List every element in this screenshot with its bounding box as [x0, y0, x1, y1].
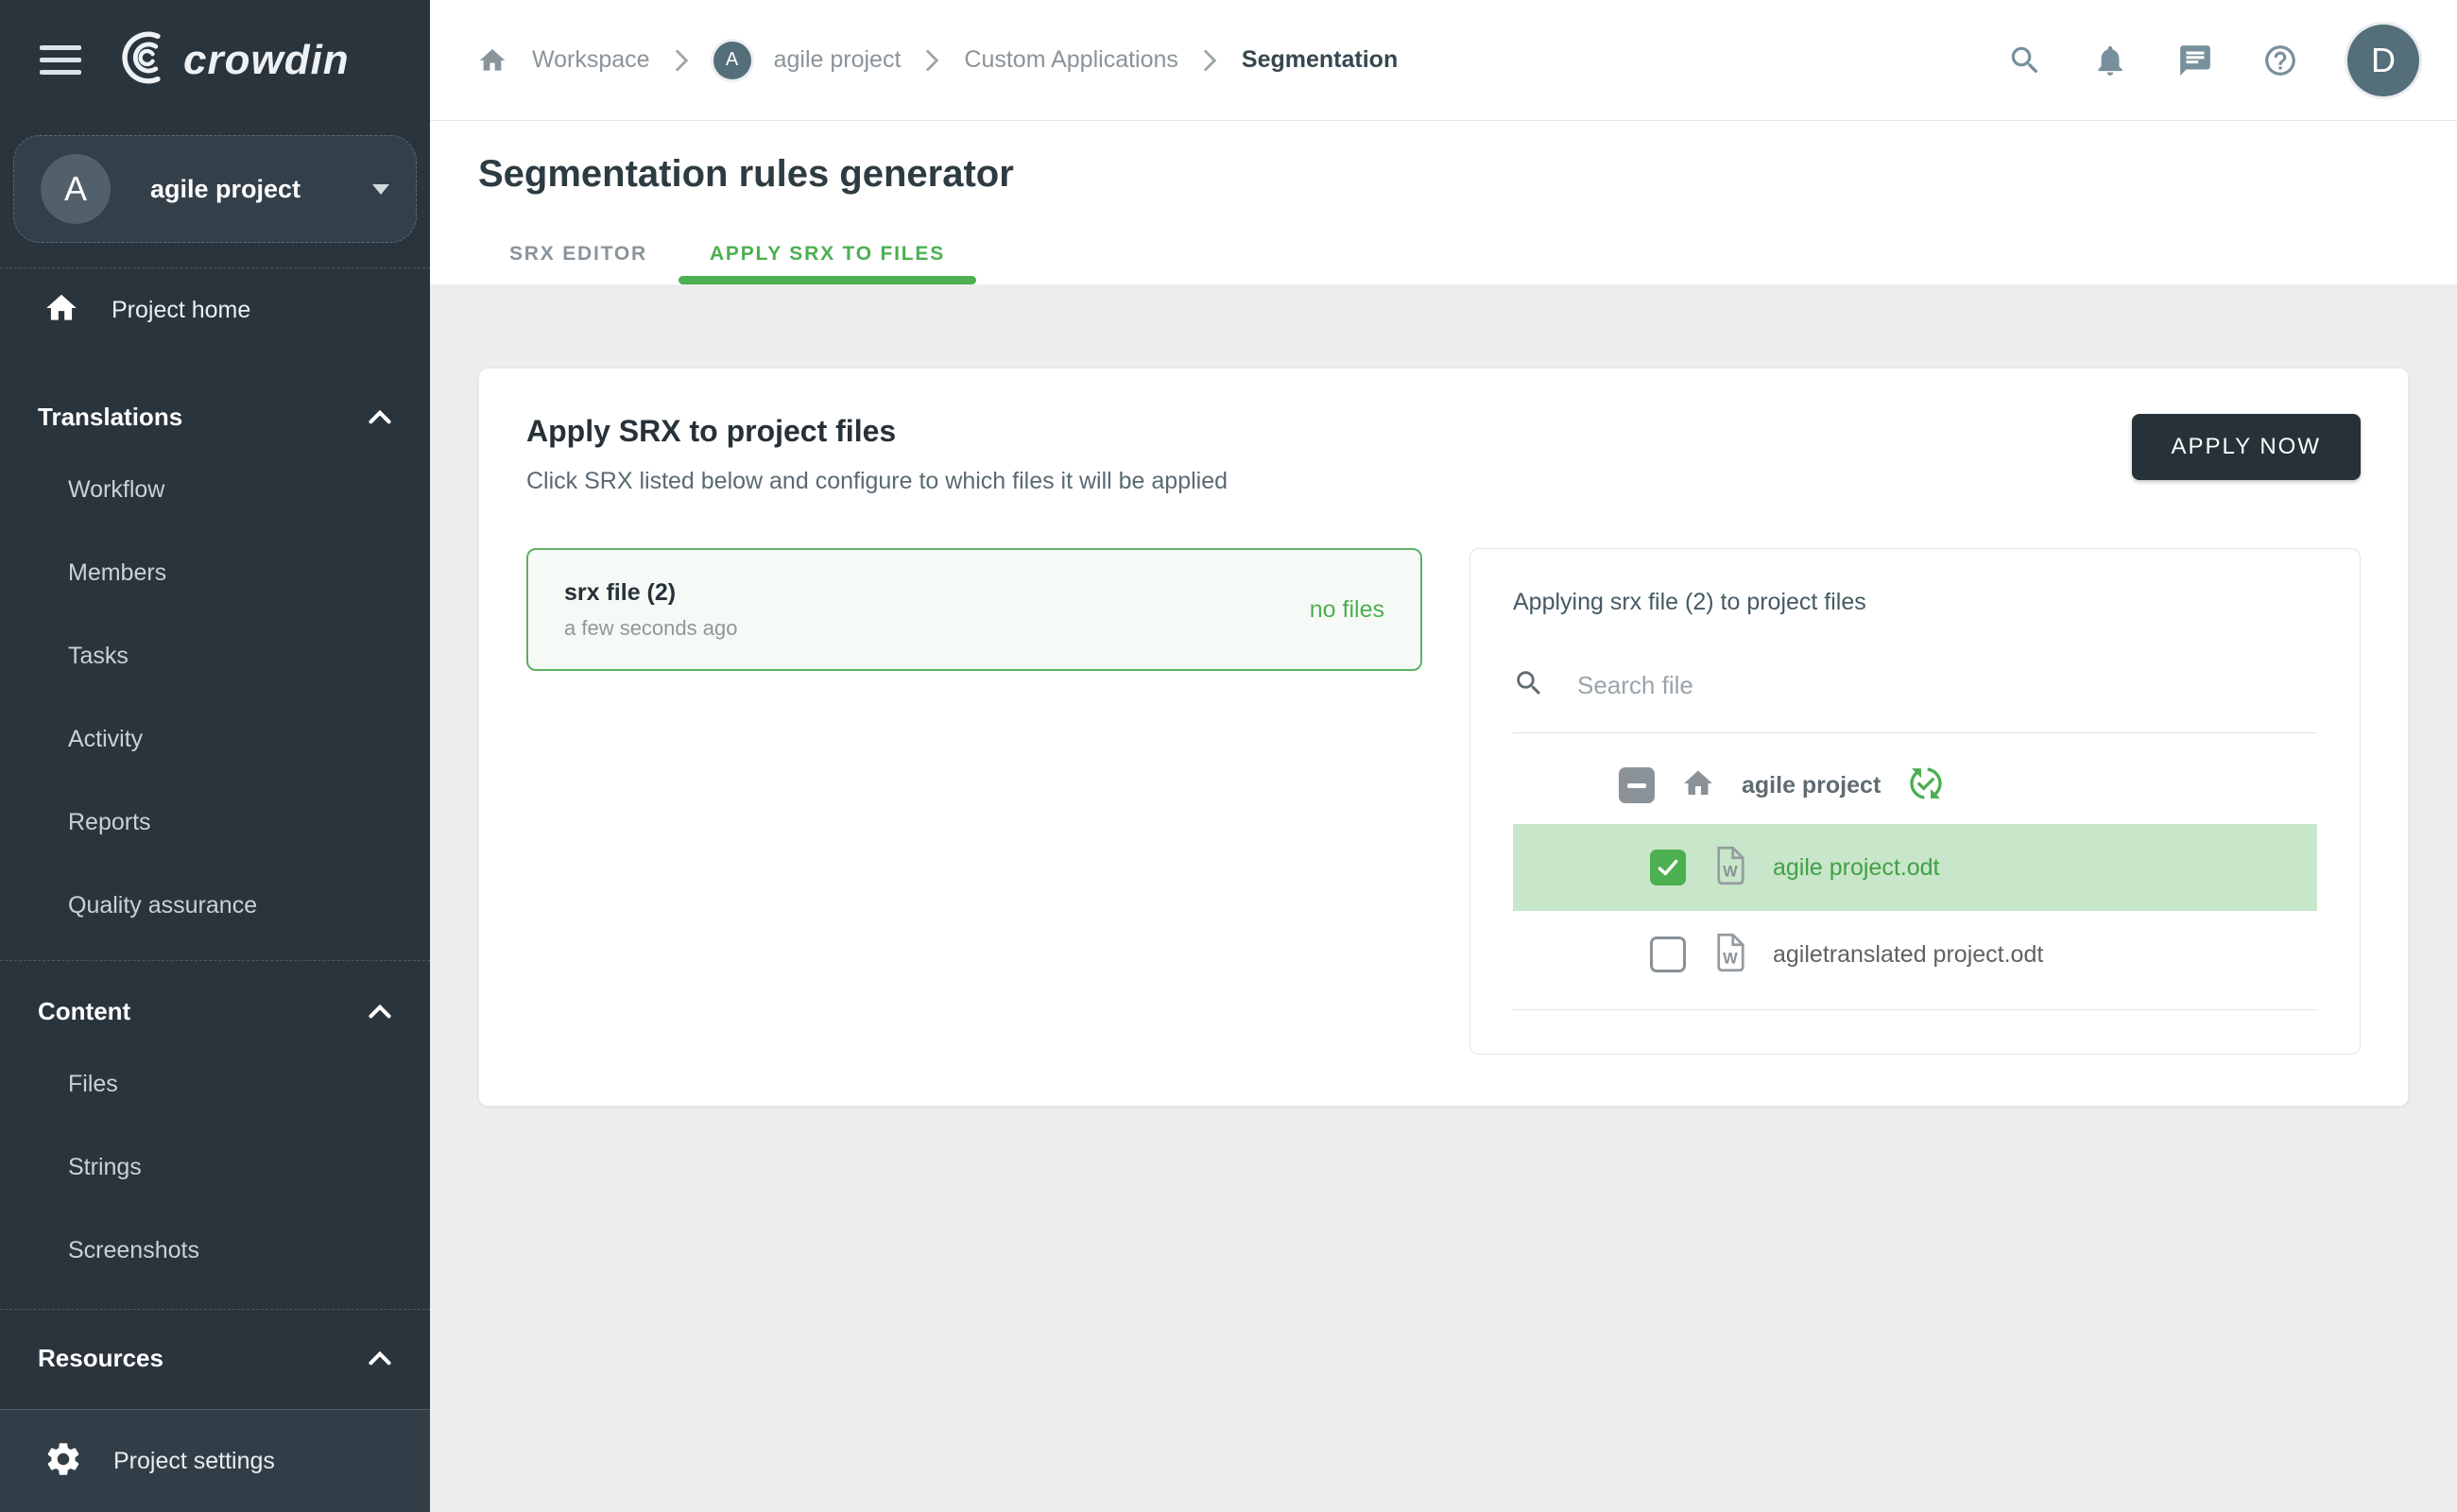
crowdin-wordmark: crowdin	[183, 37, 350, 84]
sidebar-section-translations[interactable]: Translations	[0, 386, 430, 448]
crowdin-logo[interactable]: crowdin	[119, 31, 350, 89]
srx-file-badge: no files	[1310, 596, 1384, 624]
sync-check-icon	[1907, 765, 1945, 807]
section-label: Resources	[38, 1344, 163, 1373]
chevron-right-icon	[925, 48, 939, 73]
sidebar-item-reports[interactable]: Reports	[0, 781, 430, 864]
breadcrumb: Workspace A agile project Custom Applica…	[477, 42, 1398, 79]
file-tree: agile project	[1513, 747, 2317, 1010]
sidebar-item-files[interactable]: Files	[0, 1042, 430, 1125]
word-document-icon: W	[1712, 933, 1746, 977]
file-search	[1513, 667, 2317, 733]
project-switcher-name: agile project	[150, 175, 301, 204]
chevron-up-icon	[368, 1005, 392, 1019]
crowdin-logo-mark-icon	[119, 31, 172, 89]
sidebar-item-activity[interactable]: Activity	[0, 697, 430, 781]
srx-file-item[interactable]: srx file (2) a few seconds ago no files	[526, 548, 1422, 671]
tabs: SRX EDITOR APPLY SRX TO FILES	[478, 224, 2409, 284]
search-file-input[interactable]	[1575, 670, 2317, 701]
chevron-up-icon	[368, 410, 392, 424]
gear-icon	[43, 1439, 83, 1484]
card-heading: Apply SRX to project files	[526, 414, 1228, 449]
tab-apply-srx-to-files[interactable]: APPLY SRX TO FILES	[679, 224, 976, 284]
breadcrumb-project-avatar: A	[713, 42, 751, 79]
file-name: agiletranslated project.odt	[1773, 941, 2043, 969]
page-title: Segmentation rules generator	[478, 121, 2409, 196]
tab-label: SRX EDITOR	[509, 243, 647, 266]
tree-bottom-divider	[1513, 1009, 2317, 1010]
apply-srx-card: Apply SRX to project files Click SRX lis…	[478, 368, 2409, 1107]
file-selection-panel: Applying srx file (2) to project files	[1469, 548, 2361, 1055]
sidebar-section-resources[interactable]: Resources	[0, 1327, 430, 1389]
sidebar-item-project-home[interactable]: Project home	[0, 268, 430, 352]
home-icon	[1681, 766, 1715, 805]
project-settings-label: Project settings	[113, 1448, 275, 1475]
sidebar-item-workflow[interactable]: Workflow	[0, 448, 430, 531]
search-icon	[1513, 667, 1545, 704]
sidebar-divider	[0, 1309, 430, 1310]
app-window: crowdin A agile project Project home Tra…	[0, 0, 2457, 1512]
breadcrumb-project-label: agile project	[774, 46, 902, 74]
sidebar-item-label: Project home	[112, 297, 250, 324]
tree-root-row[interactable]: agile project	[1513, 747, 2317, 824]
project-switcher[interactable]: A agile project	[13, 135, 417, 243]
file-row-agile-project-odt[interactable]: W agile project.odt	[1513, 824, 2317, 911]
sidebar-section-content[interactable]: Content	[0, 980, 430, 1042]
panel-heading: Applying srx file (2) to project files	[1513, 589, 2317, 616]
sidebar-header: crowdin	[0, 0, 430, 120]
help-icon[interactable]	[2262, 43, 2298, 78]
card-header: Apply SRX to project files Click SRX lis…	[526, 414, 2361, 495]
sidebar: crowdin A agile project Project home Tra…	[0, 0, 430, 1512]
breadcrumb-project[interactable]: A agile project	[713, 42, 902, 79]
sidebar-item-screenshots[interactable]: Screenshots	[0, 1209, 430, 1292]
svg-text:W: W	[1723, 950, 1738, 967]
notifications-bell-icon[interactable]	[2092, 43, 2128, 78]
sidebar-item-quality-assurance[interactable]: Quality assurance	[0, 864, 430, 947]
svg-text:W: W	[1723, 863, 1738, 880]
sidebar-item-tasks[interactable]: Tasks	[0, 614, 430, 697]
breadcrumb-workspace[interactable]: Workspace	[532, 46, 650, 74]
chevron-right-icon	[675, 48, 689, 73]
tab-srx-editor[interactable]: SRX EDITOR	[478, 224, 679, 284]
user-avatar[interactable]: D	[2347, 25, 2419, 96]
sidebar-item-strings[interactable]: Strings	[0, 1125, 430, 1209]
sidebar-item-project-settings[interactable]: Project settings	[0, 1409, 430, 1512]
search-icon[interactable]	[2007, 43, 2043, 78]
breadcrumb-custom-applications[interactable]: Custom Applications	[964, 46, 1178, 74]
active-tab-underline	[679, 276, 976, 284]
file-checkbox-unchecked[interactable]	[1650, 936, 1686, 972]
breadcrumb-current-segmentation: Segmentation	[1242, 46, 1398, 74]
content-area: Apply SRX to project files Click SRX lis…	[430, 284, 2457, 1512]
root-checkbox-indeterminate[interactable]	[1619, 767, 1655, 803]
breadcrumb-home-icon[interactable]	[477, 45, 507, 76]
chevron-down-icon	[372, 184, 389, 195]
tab-label: APPLY SRX TO FILES	[710, 243, 945, 266]
project-avatar: A	[41, 154, 111, 224]
page-header: Segmentation rules generator SRX EDITOR …	[430, 121, 2457, 284]
tree-root-name: agile project	[1742, 772, 1881, 799]
chat-icon[interactable]	[2177, 43, 2213, 78]
card-subheading: Click SRX listed below and configure to …	[526, 468, 1228, 495]
topbar: Workspace A agile project Custom Applica…	[430, 0, 2457, 121]
section-label: Translations	[38, 403, 182, 432]
chevron-up-icon	[368, 1351, 392, 1366]
section-label: Content	[38, 997, 130, 1026]
card-body: srx file (2) a few seconds ago no files …	[526, 548, 2361, 1055]
word-document-icon: W	[1712, 846, 1746, 890]
apply-now-button[interactable]: APPLY NOW	[2132, 414, 2361, 480]
file-name: agile project.odt	[1773, 854, 1940, 882]
file-checkbox-checked[interactable]	[1650, 850, 1686, 885]
srx-file-updated: a few seconds ago	[564, 616, 737, 641]
chevron-right-icon	[1203, 48, 1217, 73]
hamburger-menu-icon[interactable]	[40, 45, 81, 75]
home-icon	[43, 290, 79, 331]
file-row-agiletranslated-project-odt[interactable]: W agiletranslated project.odt	[1513, 911, 2317, 998]
srx-file-name: srx file (2)	[564, 579, 737, 607]
main-area: Workspace A agile project Custom Applica…	[430, 0, 2457, 1512]
topbar-actions: D	[2007, 25, 2419, 96]
sidebar-item-members[interactable]: Members	[0, 531, 430, 614]
